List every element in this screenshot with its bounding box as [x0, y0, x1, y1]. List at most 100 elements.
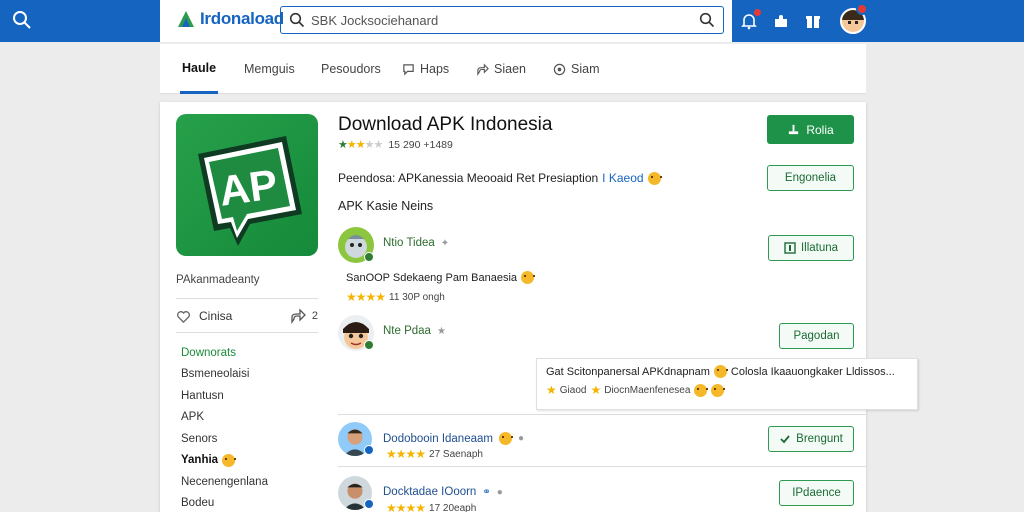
star-icon: ★: [590, 383, 601, 397]
sidebar-item[interactable]: Senors: [181, 428, 268, 450]
emoji-icon: [222, 453, 237, 467]
tab-sim[interactable]: Siam: [553, 44, 599, 94]
tab-apps[interactable]: Haps: [402, 44, 449, 94]
reviewer-name[interactable]: Nte Pdaa ★: [383, 325, 446, 337]
description-highlight[interactable]: I Kaeod: [602, 171, 643, 185]
nav-tabs: Haule Memguis Pesoudors Haps Siaen Siam: [160, 44, 866, 94]
search-icon: [289, 12, 305, 28]
sidebar-item[interactable]: Bsmeneolaisi: [181, 364, 268, 386]
review-text: SanOOP Sdekaeng Pam Banaesia: [346, 271, 536, 284]
search-submit-icon[interactable]: [699, 12, 715, 28]
review-meta: ★★★★ 17 20eaph: [386, 501, 476, 512]
review-meta: ★★★★ 27 Saenaph: [386, 447, 483, 461]
like-label[interactable]: Cinisa: [199, 309, 232, 323]
rating-text: 15 290 +1489: [388, 138, 453, 151]
pin-icon: ✦: [440, 237, 450, 249]
tab-home[interactable]: Haule: [180, 44, 219, 94]
review-text: Gat Scitonpanersal APKdnapnam Colosla Ik…: [546, 365, 895, 378]
install-icon: [784, 242, 796, 254]
verified-badge: [364, 499, 374, 509]
reviewer-name[interactable]: Dodobooin Idaneaam ●: [383, 432, 524, 445]
developer-name[interactable]: PAkanmadeanty: [176, 274, 260, 286]
review-item: Nte Pdaa ★: [338, 315, 758, 355]
emoji-icon: [694, 383, 709, 397]
globe-icon: [553, 63, 566, 75]
chat-icon: [403, 63, 414, 76]
avatar-notification-badge: [856, 3, 868, 15]
rating-row: ★★★★★ 15 290 +1489: [338, 138, 453, 152]
divider: [176, 298, 318, 299]
star-rating-icon: ★★★★: [386, 501, 426, 512]
sidebar-item[interactable]: Yanhia: [181, 450, 268, 472]
star-rating-icon: ★★★★: [386, 447, 426, 461]
pin-icon: ●: [496, 486, 503, 498]
reviews-heading: APK Kasie Neins: [338, 199, 434, 213]
tab-games[interactable]: Memguis: [244, 44, 295, 94]
primary-download-button[interactable]: Rolia: [767, 115, 854, 144]
install-button[interactable]: Illatuna: [768, 235, 854, 261]
logo[interactable]: Irdonaload: [176, 9, 284, 29]
sidebar-item-downloads[interactable]: Downorats: [181, 342, 268, 364]
verified-badge: [364, 445, 374, 455]
puzzle-icon[interactable]: [772, 12, 790, 30]
verified-badge: [364, 252, 374, 262]
logo-text: Irdonaload: [200, 9, 284, 28]
sidebar-item[interactable]: Hantusn: [181, 385, 268, 407]
divider: [338, 466, 866, 467]
emoji-icon: [711, 383, 726, 397]
search-icon[interactable]: [12, 10, 32, 30]
reviewer-name[interactable]: Ntio Tidea ✦: [383, 237, 449, 249]
download-icon: [789, 124, 799, 135]
app-title: Download APK Indonesia: [338, 114, 553, 135]
sidebar-item[interactable]: Necenengenlana: [181, 471, 268, 493]
heart-icon[interactable]: [176, 309, 191, 324]
like-share-row: Cinisa 2: [176, 308, 318, 324]
top-icons: [740, 0, 866, 42]
verified-badge: [364, 340, 374, 350]
emoji-icon: [521, 271, 536, 284]
action-button[interactable]: IPdaence: [779, 480, 854, 506]
app-icon-text: AP: [216, 160, 280, 215]
sidebar-item-apk[interactable]: APK: [181, 407, 268, 429]
review-meta: ★ Giaod ★ DiocnMaenfenesea: [546, 383, 726, 397]
app-icon: AP: [176, 114, 318, 256]
reviewer-name[interactable]: Docktadae IOoorn ⚭ ●: [383, 486, 503, 498]
tab-share[interactable]: Siaen: [476, 44, 526, 94]
search-box[interactable]: [280, 6, 724, 34]
action-button[interactable]: Engonelia: [767, 165, 854, 191]
sidebar-item[interactable]: Bodeu: [181, 493, 268, 512]
star-icon: ★: [546, 383, 557, 397]
logo-icon: [178, 11, 194, 27]
star-rating-icon: ★★★★: [346, 290, 386, 304]
check-button[interactable]: Brengunt: [768, 426, 854, 452]
share-icon: [477, 63, 489, 76]
divider: [338, 414, 866, 415]
emoji-icon: [498, 432, 513, 445]
emoji-icon: [713, 365, 728, 378]
share-icon[interactable]: [290, 308, 306, 324]
tab-products[interactable]: Pesoudors: [321, 44, 381, 94]
check-icon: [780, 435, 790, 444]
link-icon: ⚭: [482, 486, 491, 498]
review-item: Dodobooin Idaneaam ● ★★★★ 27 Saenaph: [338, 422, 758, 462]
share-count: 2: [311, 310, 318, 322]
search-input[interactable]: [311, 12, 699, 28]
review-item: Docktadae IOoorn ⚭ ● ★★★★ 17 20eaph: [338, 476, 758, 512]
star-rating-icon: ★★★★★: [338, 139, 383, 151]
review-meta: ★★★★ 11 30P ongh: [346, 290, 445, 304]
divider: [176, 332, 318, 333]
gift-icon[interactable]: [804, 12, 822, 30]
emoji-icon: [647, 171, 662, 185]
notification-dot: [754, 9, 761, 16]
app-logo-icon: AP: [198, 136, 302, 246]
review-item: Ntio Tidea ✦ SanOOP Sdekaeng Pam Banaesia…: [338, 227, 758, 307]
action-button[interactable]: Pagodan: [779, 323, 854, 349]
top-bar: Irdonaload: [0, 0, 1024, 42]
header-bar: Irdonaload: [160, 0, 732, 42]
bell-icon[interactable]: [740, 9, 761, 30]
star-icon: ★: [436, 325, 446, 337]
app-description: Peendosa: APKanessia Meooaid Ret Presiap…: [338, 171, 662, 185]
pin-icon: ●: [517, 433, 525, 444]
sidebar-list: Downorats Bsmeneolaisi Hantusn APK Senor…: [181, 342, 268, 512]
app-card: AP PAkanmadeanty Cinisa 2 Downorats Bsme…: [160, 102, 918, 512]
